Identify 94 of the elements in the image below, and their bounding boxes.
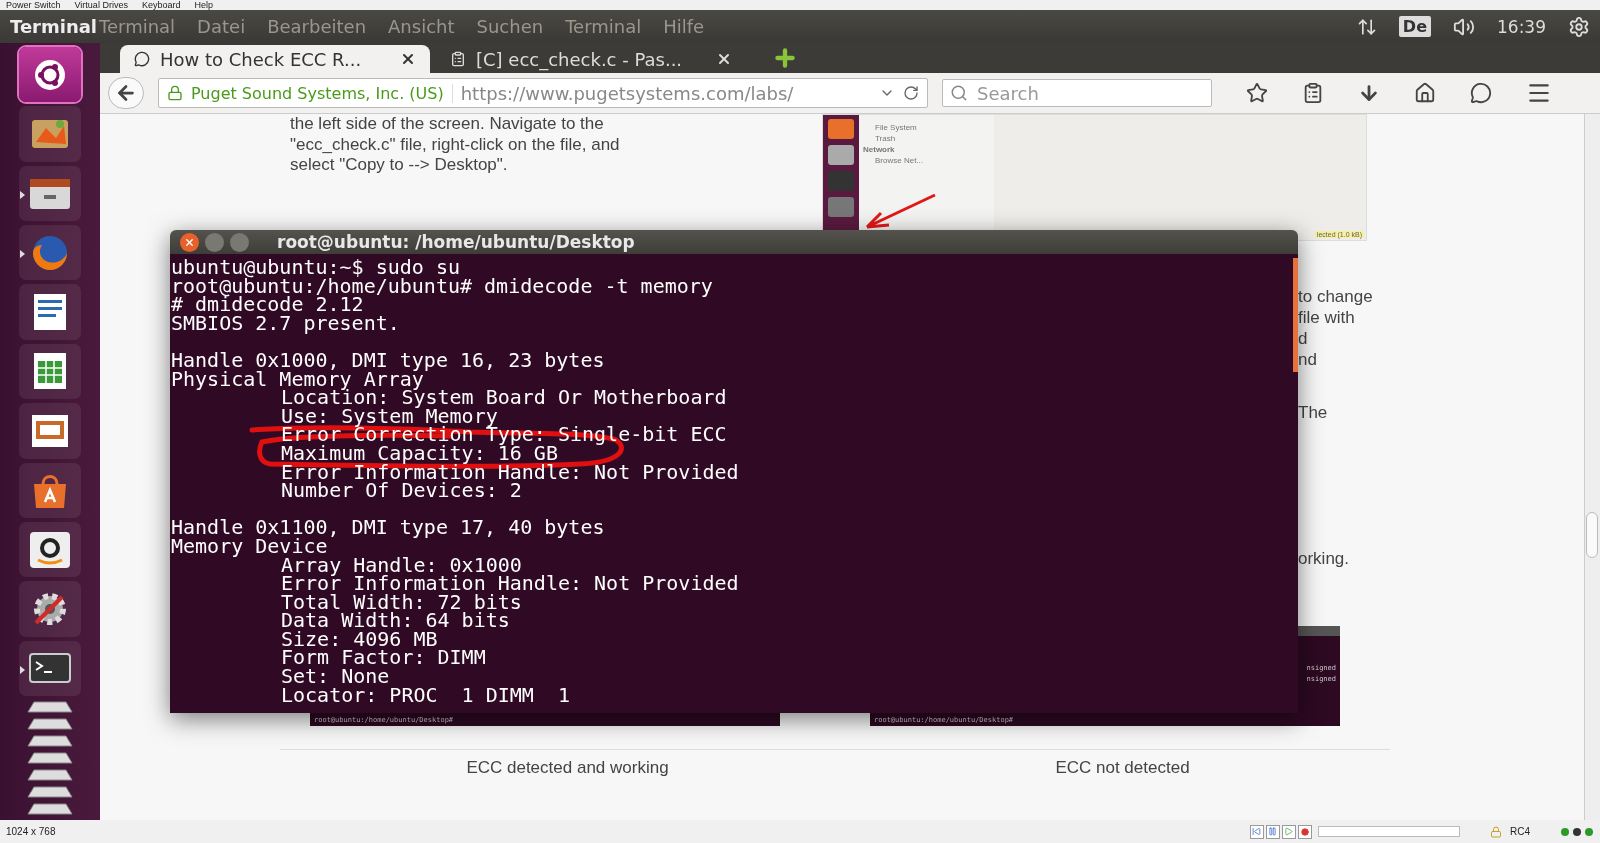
menu-item[interactable]: Terminal [565,16,642,37]
search-icon [950,84,968,102]
bookmark-star-icon[interactable] [1246,82,1268,104]
lock-icon [167,85,183,101]
site-icon [450,51,466,67]
paragraph-fragment: orking. [1298,548,1351,569]
menu-item[interactable]: Bearbeiten [267,16,367,37]
chat-icon[interactable] [1470,82,1492,104]
terminal-line: Locator: PROC 1 DIMM 1 [280,685,571,705]
url: https://www.pugetsystems.com/labs/ [460,82,795,104]
site-identity: Puget Sound Systems, Inc. (US) [191,83,453,103]
download-icon[interactable] [1358,82,1380,104]
launcher-item[interactable] [19,462,81,518]
mini-launcher-icon [828,197,854,217]
pause-button[interactable] [1266,824,1280,839]
menu-item[interactable]: Power Switch [6,0,61,10]
paragraph-fragment: file with [1298,307,1356,328]
terminal-line: Handle 0x1000, DMI type 16, 23 bytes [171,350,606,370]
mini-launcher-icon [828,145,854,165]
sidebar-label: Network [863,145,896,154]
instruction-text: the left side of the screen. Navigate to the "ecc_check.c" file, right-click on the file, and select "Copy to --> Desktop". [290,114,621,176]
close-icon [184,236,195,248]
keyboard-layout[interactable]: De [1398,16,1431,37]
menu-item[interactable]: Datei [197,16,246,37]
address-bar[interactable]: Puget Sound Systems, Inc. (US) https://www.pugetsystems.com/labs/ [158,78,928,108]
mini-launcher-icon [828,119,854,139]
close-icon[interactable] [400,51,416,67]
menu-item[interactable]: Virtual Drives [74,0,128,10]
cipher-label: RC4 [1510,826,1530,837]
window-title: root@ubuntu: /home/ubuntu/Desktop [277,232,635,252]
tab-title: How to Check ECC R... [160,48,363,70]
launcher-item[interactable] [19,343,81,400]
menu-item[interactable]: Suchen [476,16,544,37]
new-tab-icon[interactable] [772,45,798,71]
paragraph-fragment: nd [1298,349,1318,370]
terminal-line: # dmidecode 2.12 [171,295,364,314]
menu-item[interactable]: Terminal [99,16,176,37]
settings-icon[interactable] [1568,15,1590,38]
mini-launcher-icon [828,171,854,191]
resolution-label: 1024 x 768 [6,826,56,837]
back-button[interactable] [108,77,144,109]
sidebar-label: File System [875,123,918,132]
sidebar-label: Browse Net... [875,156,924,165]
terminal-line: Number Of Devices: 2 [280,481,522,500]
close-icon[interactable] [716,51,732,67]
clock[interactable]: 16:39 [1497,16,1546,37]
menu-item[interactable]: Ansicht [388,16,455,37]
paragraph-fragment: The [1298,402,1329,423]
maximize-button[interactable] [230,232,249,252]
terminal-line: Array Handle: 0x1000 [281,555,522,575]
status-lights-icon [1560,826,1594,837]
scrollbar-thumb[interactable] [1586,512,1598,558]
figure-caption: ECC not detected [1054,758,1191,778]
terminal-line: Handle 0x1100, DMI type 17, 40 bytes [171,518,606,537]
launcher-item[interactable] [19,581,81,637]
scrollbar-thumb[interactable] [1293,258,1298,372]
paragraph-fragment: to change [1298,286,1374,307]
terminal-line: SMBIOS 2.7 present. [171,313,401,333]
terminal-line: Total Width: 72 bits [280,592,522,612]
home-icon[interactable] [1414,82,1436,104]
launcher-item[interactable] [19,640,81,696]
minimize-button[interactable] [205,232,224,252]
play-button[interactable] [1282,824,1296,839]
terminal-line: Data Width: 64 bits [280,611,510,630]
browser-tab[interactable]: [C] ecc_check.c - Pas... [436,45,746,73]
running-indicator [20,250,25,259]
terminal-line: ubuntu@ubuntu:~$ sudo su [171,258,460,277]
reading-list-icon[interactable] [1302,82,1324,104]
menu-item[interactable]: Help [194,0,213,10]
sidebar-label: Trash [875,134,897,143]
launcher-item[interactable] [19,403,81,459]
record-button[interactable] [1298,824,1312,839]
launcher-item[interactable] [19,521,81,578]
figure-caption: ECC detected and working [465,758,670,778]
running-indicator [20,190,25,199]
terminal-line: Memory Device [171,536,328,556]
terminal-line: Set: None [280,667,391,686]
close-button[interactable] [180,232,199,252]
browser-tab[interactable]: How to Check ECC R... [120,45,430,73]
launcher-item[interactable] [19,284,81,340]
launcher-item[interactable] [19,165,81,222]
tab-title: [C] ecc_check.c - Pas... [476,48,684,70]
app-name: Terminal [10,16,98,37]
menu-item[interactable]: Keyboard [141,0,181,10]
scrollbar[interactable] [1584,114,1600,820]
paragraph-fragment: d [1298,328,1309,349]
launcher-item[interactable] [19,47,81,103]
reload-icon[interactable] [903,85,919,101]
lock-icon [1490,825,1502,838]
search-field[interactable]: Search [942,79,1212,107]
terminal-line: Size: 4096 MB [280,629,438,649]
rewind-button[interactable] [1250,824,1264,839]
site-icon [134,51,150,67]
terminal-line: Form Factor: DIMM [280,648,487,668]
